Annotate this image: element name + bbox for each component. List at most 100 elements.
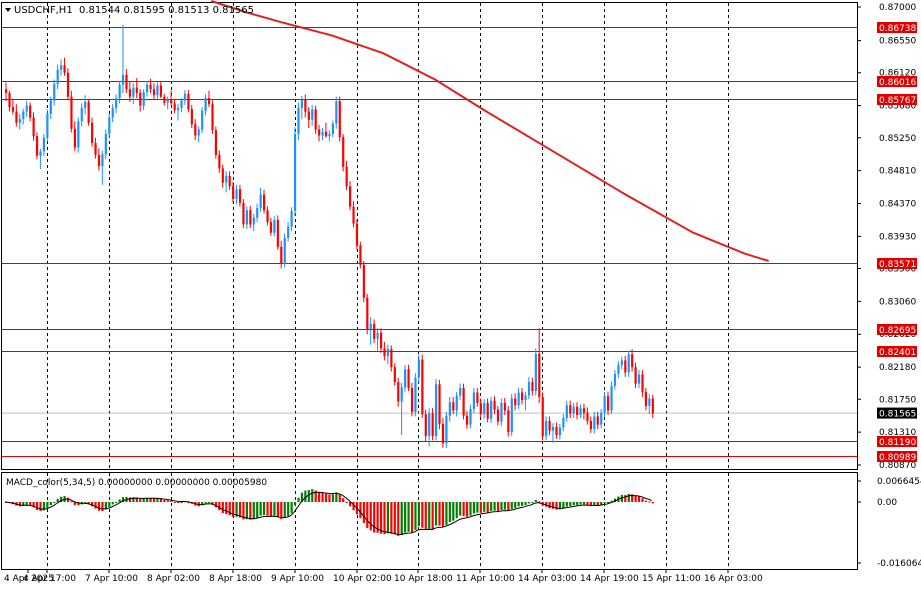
candle-body bbox=[259, 194, 262, 208]
macd-bar bbox=[115, 502, 118, 503]
macd-bar bbox=[118, 499, 121, 502]
candle-body bbox=[617, 364, 620, 374]
time-tick-label: 8 Apr 02:00 bbox=[147, 574, 200, 584]
macd-bar bbox=[111, 502, 114, 505]
time-tick-label: 16 Apr 03:00 bbox=[704, 574, 763, 584]
macd-bar bbox=[510, 502, 513, 509]
candle-body bbox=[221, 168, 224, 183]
macd-axis-ticks: 0.0066454 0.00 -0.0160640 bbox=[857, 477, 921, 569]
candle-body bbox=[355, 223, 359, 246]
macd-bar bbox=[500, 502, 503, 510]
macd-bar bbox=[108, 502, 111, 507]
chart-canvas: 0.870000.865500.861200.856800.852500.848… bbox=[1, 0, 921, 584]
macd-bar bbox=[448, 502, 451, 523]
macd-bar bbox=[469, 502, 472, 516]
candle-body bbox=[576, 406, 579, 415]
candle-body bbox=[331, 123, 334, 135]
candle-body bbox=[156, 85, 159, 96]
macd-bar bbox=[493, 502, 496, 511]
time-tick-label: 4 Apr 17:00 bbox=[23, 574, 76, 584]
macd-bar bbox=[252, 502, 255, 520]
macd-bar bbox=[345, 502, 348, 503]
candle-body bbox=[311, 109, 314, 120]
candle-body bbox=[60, 65, 63, 70]
macd-bar bbox=[524, 502, 527, 506]
candle-body bbox=[596, 416, 599, 425]
candle-body bbox=[593, 416, 596, 430]
candle-body bbox=[586, 412, 589, 421]
candle-body bbox=[562, 417, 565, 428]
macd-bar bbox=[283, 502, 286, 519]
symbol-label: USDCHF,H1 bbox=[14, 5, 73, 16]
candle-body bbox=[328, 134, 331, 137]
macd-bar bbox=[472, 502, 476, 514]
macd-bar bbox=[514, 502, 517, 509]
candle-body bbox=[483, 402, 486, 415]
candle-body bbox=[324, 131, 328, 137]
candle-body bbox=[287, 226, 290, 238]
candle-body bbox=[424, 414, 427, 436]
macd-bar bbox=[397, 502, 400, 536]
candle-body bbox=[87, 101, 90, 123]
candle-body bbox=[249, 210, 252, 225]
candle-body bbox=[121, 74, 125, 85]
time-tick-label: 9 Apr 10:00 bbox=[271, 574, 324, 584]
candle-body bbox=[18, 119, 21, 123]
macd-bar bbox=[225, 502, 228, 515]
candle-body bbox=[531, 382, 534, 392]
candle-body bbox=[201, 110, 204, 130]
macd-bar bbox=[496, 502, 500, 512]
candle-body bbox=[242, 202, 245, 225]
macd-bar bbox=[56, 499, 59, 502]
candle-body bbox=[300, 99, 304, 108]
macd-bar bbox=[249, 502, 252, 520]
macd-bar bbox=[311, 489, 314, 502]
candle-body bbox=[569, 405, 572, 414]
candle-body bbox=[283, 237, 286, 265]
price-tick-label: 0.83060 bbox=[879, 297, 916, 307]
candle-body bbox=[441, 423, 445, 444]
time-tick-label: 7 Apr 10:00 bbox=[85, 574, 138, 584]
candle-body bbox=[610, 385, 613, 411]
macd-bar bbox=[276, 502, 279, 518]
macd-bar bbox=[328, 494, 331, 502]
candle-body bbox=[276, 219, 279, 247]
candle-body bbox=[66, 72, 70, 97]
candle-body bbox=[256, 207, 259, 218]
macd-bar bbox=[455, 502, 458, 519]
candle-body bbox=[342, 137, 345, 167]
candle-body bbox=[631, 354, 634, 368]
macd-bar bbox=[414, 502, 417, 530]
macd-bar bbox=[273, 502, 276, 516]
candle-body bbox=[359, 245, 362, 265]
level-label: 0.82401 bbox=[879, 348, 916, 358]
candle-body bbox=[414, 377, 417, 412]
ohlc-values: 0.81544 0.81595 0.81513 0.81565 bbox=[79, 5, 254, 16]
candle-body bbox=[225, 175, 228, 183]
candle-body bbox=[486, 402, 489, 419]
candle-body bbox=[173, 103, 176, 111]
candle-body bbox=[290, 210, 293, 227]
level-label: 0.81190 bbox=[879, 438, 916, 448]
macd-bar bbox=[49, 502, 52, 506]
macd-bar bbox=[35, 502, 39, 510]
macd-bar bbox=[280, 502, 283, 520]
candle-body bbox=[187, 93, 190, 110]
macd-bar bbox=[245, 502, 248, 520]
candle-body bbox=[390, 349, 393, 368]
macd-bar bbox=[338, 494, 341, 502]
price-tick-label: 0.83930 bbox=[879, 232, 916, 242]
macd-bar bbox=[177, 502, 180, 503]
macd-bar bbox=[637, 496, 641, 502]
candle-body bbox=[397, 382, 400, 402]
macd-bar bbox=[459, 502, 462, 516]
candle-body bbox=[25, 105, 28, 112]
time-tick-label: 14 Apr 03:00 bbox=[518, 574, 577, 584]
candle-body bbox=[459, 388, 462, 396]
candle-body bbox=[77, 121, 80, 148]
candle-body bbox=[373, 323, 376, 339]
time-tick-label: 8 Apr 18:00 bbox=[209, 574, 262, 584]
time-tick-label: 11 Apr 10:00 bbox=[456, 574, 515, 584]
candle-body bbox=[507, 410, 510, 433]
candle-body bbox=[177, 107, 180, 111]
